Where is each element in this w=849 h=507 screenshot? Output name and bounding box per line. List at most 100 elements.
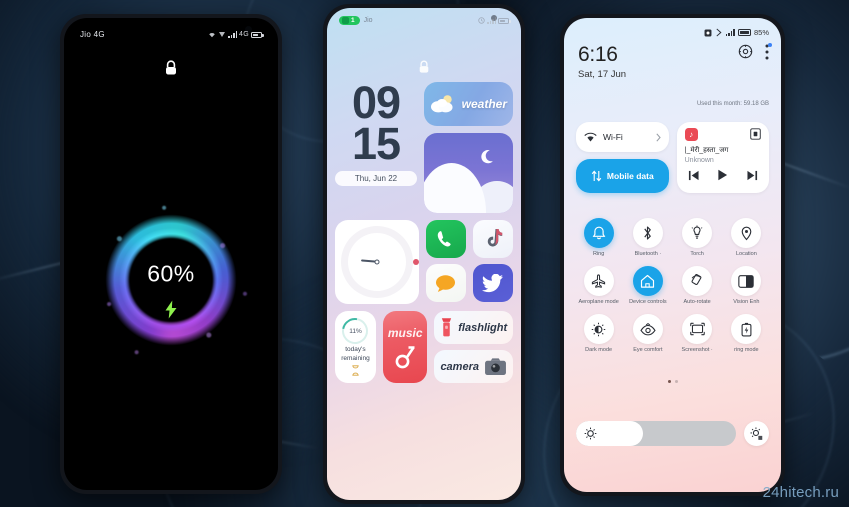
toggle-label: Auto-rotate: [683, 299, 711, 306]
flashlight-icon: [442, 318, 452, 337]
alarm-icon: [478, 17, 485, 24]
clock-widget[interactable]: 09 15 Thu, Jun 22: [335, 77, 417, 186]
media-player-card[interactable]: ♪ |_मेरी_हस्ता_जग Unknown: [676, 122, 769, 193]
more-vertical-icon[interactable]: [765, 43, 772, 65]
quick-toggle-dark-mode[interactable]: Dark mode: [574, 314, 623, 354]
eye-icon: [632, 314, 663, 345]
location-pin-icon: [731, 218, 762, 248]
quick-toggle-device-controls[interactable]: Device controls: [623, 266, 672, 306]
battery-line1: today's: [345, 346, 366, 354]
signal-icon: [228, 31, 238, 38]
dark-mode-icon: [583, 314, 614, 345]
wifi-icon: [584, 132, 597, 141]
connectivity-tiles: Wi-Fi Mobile data ♪ |_मेरी_हस्ता_जग Unkn…: [576, 122, 769, 193]
tiktok-icon: [487, 229, 503, 247]
quick-settings-header: 6:16 Sat, 17 Jun: [578, 43, 772, 80]
charging-ring-widget: 60%: [85, 194, 257, 366]
toggle-label: ring mode: [734, 347, 759, 354]
tiktok-app[interactable]: [472, 220, 513, 258]
quick-toggle-aeroplane-mode[interactable]: Aeroplane mode: [574, 266, 623, 306]
toggle-label: Dark mode: [585, 347, 613, 354]
battery-usage-widget[interactable]: 11% today's remaining: [335, 311, 376, 383]
toggle-label: Vision Enh: [733, 299, 760, 306]
phone3-status-bar: 85%: [704, 28, 769, 37]
clock-date: Sat, 17 Jun: [578, 69, 627, 80]
screenshot-icon: [682, 314, 713, 345]
next-track-icon[interactable]: [746, 170, 759, 181]
phone3-screen[interactable]: 85% 6:16 Sat, 17 Jun Used this month: 59…: [564, 18, 781, 492]
quick-toggle-ring[interactable]: Ring: [574, 218, 623, 258]
site-watermark: 24hitech.ru: [762, 484, 839, 501]
flashlight-widget[interactable]: flashlight: [434, 311, 513, 344]
carrier-label: Jio: [363, 17, 373, 24]
aeroplane-icon: [583, 266, 614, 297]
toggle-label: Device controls: [629, 299, 667, 306]
power-saving-icon: [731, 314, 762, 345]
quick-toggle-eye-comfort[interactable]: Eye comfort: [623, 314, 672, 354]
phone-handset-icon: [438, 230, 451, 247]
toggle-label: Eye comfort: [633, 347, 663, 354]
clock-hours: 09: [351, 77, 401, 128]
clock-minutes: 15: [351, 118, 401, 170]
chevron-right-icon[interactable]: [656, 132, 661, 142]
phone-quick-settings: 85% 6:16 Sat, 17 Jun Used this month: 59…: [560, 14, 785, 496]
battery-icon: [498, 17, 511, 24]
quick-toggle-screenshot[interactable]: Screenshot ·: [673, 314, 722, 354]
media-artist: Unknown: [684, 157, 714, 164]
lock-icon: [164, 60, 178, 81]
phone-app[interactable]: [425, 220, 466, 258]
camera-label: camera: [440, 360, 479, 373]
battery-icon: [737, 29, 753, 36]
brightness-slider-fill: [576, 421, 644, 446]
battery-ring-icon: 11%: [337, 313, 374, 350]
quick-toggle-auto-rotate[interactable]: Auto-rotate: [673, 266, 722, 306]
page-dot-active: [667, 380, 671, 383]
weather-label: weather: [461, 97, 507, 111]
analog-clock-widget[interactable]: [335, 220, 419, 304]
signal-level-label: 4G: [239, 31, 249, 38]
signal-icon: [487, 17, 496, 24]
toggle-label: Location: [735, 251, 757, 257]
contrast-icon: [731, 266, 762, 297]
messages-app[interactable]: [425, 264, 466, 302]
torch-icon: [682, 218, 713, 248]
quick-toggle-torch[interactable]: Torch: [673, 218, 722, 258]
twitter-app[interactable]: [472, 264, 513, 302]
battery-percent-label: 60%: [147, 260, 195, 287]
music-widget[interactable]: music: [382, 311, 428, 383]
cast-device-icon[interactable]: [750, 128, 761, 140]
crescent-moon-icon: [481, 150, 493, 164]
mobile-data-label: Mobile data: [606, 171, 654, 181]
notification-badge: 1: [339, 16, 360, 25]
phone-home-screen: 1 Jio 09 15 Thu, Jun 22 weather 11% toda…: [323, 4, 525, 504]
clock-date: Thu, Jun 22: [335, 170, 417, 186]
play-icon[interactable]: [717, 169, 728, 181]
twitter-bird-icon: [481, 273, 503, 292]
wifi-tile[interactable]: Wi-Fi: [576, 122, 669, 152]
previous-track-icon[interactable]: [687, 170, 700, 181]
toggle-label: Bluetooth ·: [634, 251, 662, 257]
quick-toggle-power-saving-mode[interactable]: ring mode: [722, 314, 771, 354]
home-icon: [632, 266, 663, 297]
brightness-slider[interactable]: [576, 421, 736, 446]
nfc-icon: [716, 28, 722, 37]
camera-widget[interactable]: camera: [434, 350, 513, 383]
bluetooth-icon: [632, 218, 663, 248]
battery-percent-label: 85%: [753, 28, 769, 37]
mobile-data-tile[interactable]: Mobile data: [576, 159, 669, 193]
weather-widget[interactable]: weather: [424, 82, 513, 126]
gear-icon[interactable]: [738, 44, 753, 64]
page-indicator[interactable]: [564, 380, 781, 383]
quick-toggle-vision-enhancement[interactable]: Vision Enh: [722, 266, 771, 306]
phone1-screen[interactable]: Jio 4G 4G 60%: [64, 18, 278, 490]
quick-toggle-location[interactable]: Location: [722, 218, 771, 258]
hourglass-icon: [352, 364, 359, 376]
quick-toggle-bluetooth[interactable]: Bluetooth ·: [623, 218, 672, 258]
camera-icon: [485, 358, 506, 376]
moon-scene-widget[interactable]: [424, 133, 513, 213]
wifi-label: Wi-Fi: [603, 132, 623, 142]
phone2-screen[interactable]: 1 Jio 09 15 Thu, Jun 22 weather 11% toda…: [327, 8, 521, 500]
clock-hub: [374, 259, 380, 265]
battery-percent-label: 11%: [349, 327, 362, 335]
auto-brightness-button[interactable]: [744, 421, 769, 446]
